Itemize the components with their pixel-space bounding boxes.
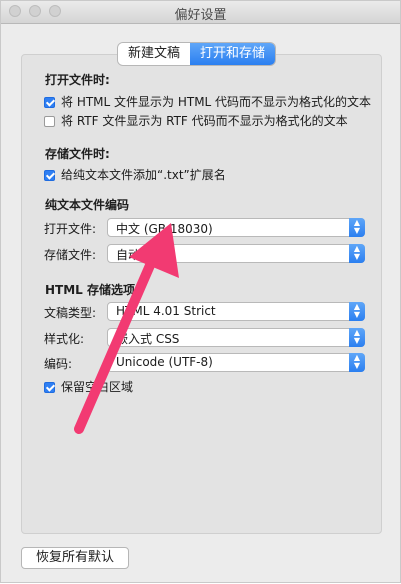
html-section-title: HTML 存储选项 bbox=[45, 283, 135, 297]
open-encoding-value: 中文 (GB 18030) bbox=[116, 222, 213, 236]
preserve-whitespace-option[interactable]: 保留空白区域 bbox=[44, 378, 133, 395]
html-encoding-select[interactable]: Unicode (UTF-8) ▲ ▼ bbox=[107, 353, 365, 372]
add-txt-extension-option[interactable]: 给纯文本文件添加“.txt”扩展名 bbox=[44, 166, 226, 183]
show-rtf-as-code-label: 将 RTF 文件显示为 RTF 代码而不显示为格式化的文本 bbox=[61, 114, 348, 128]
styling-label: 样式化: bbox=[44, 332, 85, 346]
show-html-as-code-checkbox[interactable] bbox=[44, 97, 55, 108]
tab-bar: 新建文稿 打开和存储 bbox=[118, 43, 276, 65]
encoding-section-title: 纯文本文件编码 bbox=[45, 198, 130, 212]
preferences-window: 偏好设置 新建文稿 打开和存储 打开文件时: 将 HTML 文件显示为 HTML… bbox=[0, 0, 401, 583]
open-encoding-select[interactable]: 中文 (GB 18030) ▲ ▼ bbox=[107, 218, 365, 237]
open-encoding-label: 打开文件: bbox=[44, 222, 97, 236]
html-encoding-label: 编码: bbox=[44, 357, 73, 371]
tab-new-document[interactable]: 新建文稿 bbox=[118, 43, 191, 65]
restore-defaults-button[interactable]: 恢复所有默认 bbox=[21, 547, 130, 569]
up-down-arrows-icon: ▲ ▼ bbox=[349, 218, 365, 237]
up-down-arrows-icon: ▲ ▼ bbox=[349, 328, 365, 347]
up-down-arrows-icon: ▲ ▼ bbox=[349, 244, 365, 263]
styling-select[interactable]: 嵌入式 CSS ▲ ▼ bbox=[107, 328, 365, 347]
add-txt-extension-checkbox[interactable] bbox=[44, 170, 55, 181]
tab-open-and-save[interactable]: 打开和存储 bbox=[190, 43, 276, 65]
up-down-arrows-icon: ▲ ▼ bbox=[349, 302, 365, 321]
show-html-as-code-label: 将 HTML 文件显示为 HTML 代码而不显示为格式化的文本 bbox=[61, 95, 372, 109]
open-section-title: 打开文件时: bbox=[45, 73, 110, 87]
preserve-whitespace-label: 保留空白区域 bbox=[61, 380, 134, 394]
preserve-whitespace-checkbox[interactable] bbox=[44, 382, 55, 393]
styling-value: 嵌入式 CSS bbox=[116, 332, 180, 346]
doctype-label: 文稿类型: bbox=[44, 306, 97, 320]
save-encoding-value: 自动 bbox=[116, 248, 141, 262]
settings-panel: 打开文件时: 将 HTML 文件显示为 HTML 代码而不显示为格式化的文本 将… bbox=[21, 54, 382, 534]
doctype-value: HTML 4.01 Strict bbox=[116, 304, 216, 318]
save-encoding-label: 存储文件: bbox=[44, 248, 97, 262]
doctype-select[interactable]: HTML 4.01 Strict ▲ ▼ bbox=[107, 302, 365, 321]
show-rtf-as-code-checkbox[interactable] bbox=[44, 116, 55, 127]
save-encoding-select[interactable]: 自动 ▲ ▼ bbox=[107, 244, 365, 263]
add-txt-extension-label: 给纯文本文件添加“.txt”扩展名 bbox=[61, 168, 226, 182]
show-rtf-as-code-option[interactable]: 将 RTF 文件显示为 RTF 代码而不显示为格式化的文本 bbox=[44, 112, 348, 129]
show-html-as-code-option[interactable]: 将 HTML 文件显示为 HTML 代码而不显示为格式化的文本 bbox=[44, 93, 371, 110]
window-title: 偏好设置 bbox=[174, 8, 227, 23]
html-encoding-value: Unicode (UTF-8) bbox=[116, 355, 213, 369]
up-down-arrows-icon: ▲ ▼ bbox=[349, 353, 365, 372]
title-bar: 偏好设置 bbox=[1, 1, 400, 24]
save-section-title: 存储文件时: bbox=[45, 147, 110, 161]
